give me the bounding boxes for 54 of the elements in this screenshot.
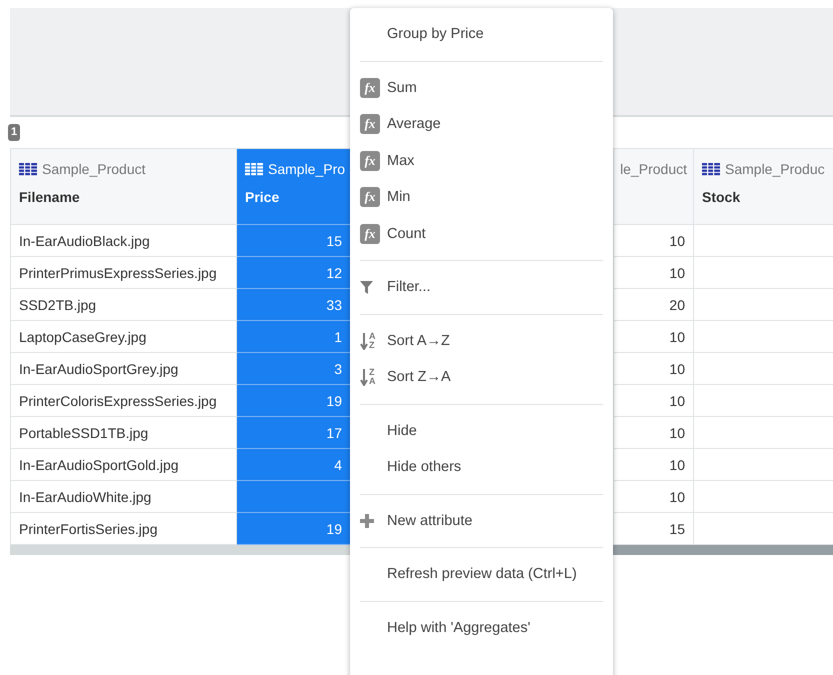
table-cell: 33	[237, 289, 351, 321]
table-cell: 10	[614, 257, 694, 289]
table-cell: 4	[237, 449, 351, 481]
table-cell: 12	[237, 257, 351, 289]
table-cell: 20	[614, 289, 694, 321]
table-cell: 10	[614, 385, 694, 417]
source-label: Sample_Pro	[268, 161, 346, 177]
column-header[interactable]: Sample_Pro Price	[237, 149, 351, 225]
function-icon: fx	[360, 114, 380, 134]
menu-item[interactable]: New attribute	[360, 502, 603, 539]
menu-item[interactable]: Hide others	[360, 449, 603, 486]
menu-item[interactable]: Group by Price	[360, 16, 603, 52]
function-icon: fx	[360, 224, 380, 244]
menu-item[interactable]: Z A Sort Z→A	[360, 359, 603, 396]
menu-item[interactable]: fx Max	[360, 142, 603, 179]
menu-item[interactable]: fx Min	[360, 179, 603, 216]
table-cell: 10	[614, 321, 694, 353]
table-icon	[19, 162, 37, 176]
menu-item[interactable]: Refresh preview data (Ctrl+L)	[360, 556, 603, 592]
column-name: Stock	[702, 189, 742, 205]
table-icon	[702, 162, 720, 176]
column-header[interactable]: le_Product	[614, 149, 694, 225]
table-cell: 1	[237, 321, 351, 353]
table-cell: 10	[614, 481, 694, 513]
table-cell: 19	[237, 385, 351, 417]
column-name: Filename	[19, 189, 81, 205]
filter-icon	[360, 280, 373, 294]
menu-item[interactable]: Filter...	[360, 269, 603, 306]
source-label: le_Product	[620, 161, 687, 177]
table-cell: 3	[237, 353, 351, 385]
menu-item[interactable]: fx Sum	[360, 70, 603, 106]
table-cell: 15	[237, 225, 351, 257]
column-header[interactable]: Sample_Product Filename	[11, 149, 237, 225]
plus-icon	[360, 514, 374, 528]
function-icon: fx	[360, 150, 380, 171]
table-cell: 10	[614, 417, 694, 449]
table-cell: 10	[614, 353, 694, 385]
function-icon: fx	[360, 187, 380, 208]
table-cell: 10	[614, 449, 694, 481]
column-header[interactable]: Sample_Produc Stock	[694, 149, 833, 225]
table-cell: 17	[237, 417, 351, 449]
column-name: Price	[245, 189, 280, 205]
menu-item[interactable]: A Z Sort A→Z	[360, 322, 603, 359]
table-cell: 10	[614, 225, 694, 257]
table-cell: 19	[237, 513, 351, 545]
source-label: Sample_Product	[42, 161, 146, 177]
menu-item[interactable]: Hide	[360, 412, 603, 449]
source-label: Sample_Produc	[725, 161, 825, 177]
count-badge: 1	[8, 124, 20, 141]
menu-item[interactable]: Help with 'Aggregates'	[360, 610, 603, 646]
table-icon	[245, 162, 263, 176]
menu-item[interactable]: fx Count	[360, 216, 603, 252]
menu-item[interactable]: fx Average	[360, 106, 603, 142]
function-icon: fx	[360, 78, 380, 98]
